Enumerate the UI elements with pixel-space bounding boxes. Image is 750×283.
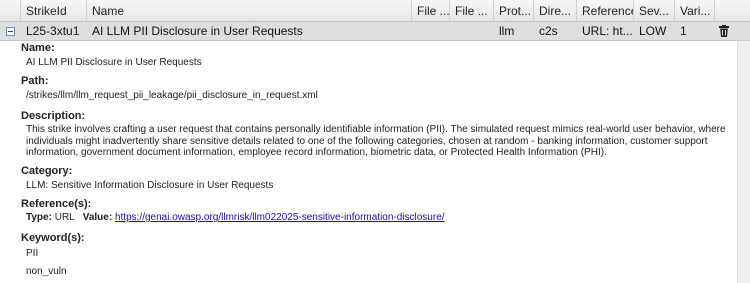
cell-strikeid: L25-3xtu1 xyxy=(26,24,80,38)
trash-icon[interactable] xyxy=(719,25,729,37)
header-reference[interactable]: Reference xyxy=(577,0,634,22)
header-variants[interactable]: Vari... xyxy=(675,0,715,22)
detail-description-value: This strike involves crafting a user req… xyxy=(26,124,726,159)
keyword-item: PII xyxy=(26,248,39,259)
detail-name-label: Name: xyxy=(21,42,55,54)
cell-file-1 xyxy=(412,22,450,41)
strike-detail-panel: Name: AI LLM PII Disclosure in User Requ… xyxy=(17,41,737,283)
detail-references-label: Reference(s): xyxy=(21,198,92,210)
header-file-2[interactable]: File ... xyxy=(450,0,494,22)
header-direction[interactable]: Dire... xyxy=(534,0,577,22)
header-file-1[interactable]: File ... xyxy=(412,0,450,22)
reference-url-link[interactable]: https://genai.owasp.org/llmrisk/llm02202… xyxy=(115,212,445,223)
detail-keywords-label: Keyword(s): xyxy=(21,232,85,244)
detail-category-label: Category: xyxy=(21,165,73,177)
detail-path-value: /strikes/llm/llm_request_pii_leakage/pii… xyxy=(26,90,318,101)
cell-reference: URL: ht... xyxy=(582,24,633,38)
cell-file-2 xyxy=(450,22,494,41)
header-strikeid[interactable]: StrikeId xyxy=(21,0,87,22)
grid-header: StrikeId Name File ... File ... Prot... … xyxy=(0,0,750,22)
cell-name: AI LLM PII Disclosure in User Requests xyxy=(92,24,303,38)
table-row[interactable]: L25-3xtu1 AI LLM PII Disclosure in User … xyxy=(0,22,750,41)
reference-type-label: Type: xyxy=(26,212,52,223)
detail-path-label: Path: xyxy=(21,75,49,87)
cell-direction: c2s xyxy=(539,24,558,38)
header-actions xyxy=(715,0,750,22)
reference-type-value: URL xyxy=(54,212,75,223)
header-severity[interactable]: Sev... xyxy=(634,0,675,22)
cell-protocol: llm xyxy=(499,24,515,38)
keyword-item: non_vuln xyxy=(26,266,67,277)
cell-severity: LOW xyxy=(639,24,667,38)
detail-category-value: LLM: Sensitive Information Disclosure in… xyxy=(26,180,274,191)
header-protocol[interactable]: Prot... xyxy=(494,0,534,22)
reference-value-label: Value: xyxy=(82,212,113,223)
detail-description-label: Description: xyxy=(21,110,86,122)
header-name[interactable]: Name xyxy=(87,0,412,22)
detail-name-value: AI LLM PII Disclosure in User Requests xyxy=(26,57,202,68)
detail-reference-entry: Type: URL Value: https://genai.owasp.org… xyxy=(26,212,445,223)
cell-variants: 1 xyxy=(680,24,687,38)
vertical-scrollbar[interactable] xyxy=(737,41,750,283)
strikes-grid: StrikeId Name File ... File ... Prot... … xyxy=(0,0,750,283)
header-expander-column xyxy=(0,0,21,22)
collapse-icon[interactable] xyxy=(6,27,15,36)
